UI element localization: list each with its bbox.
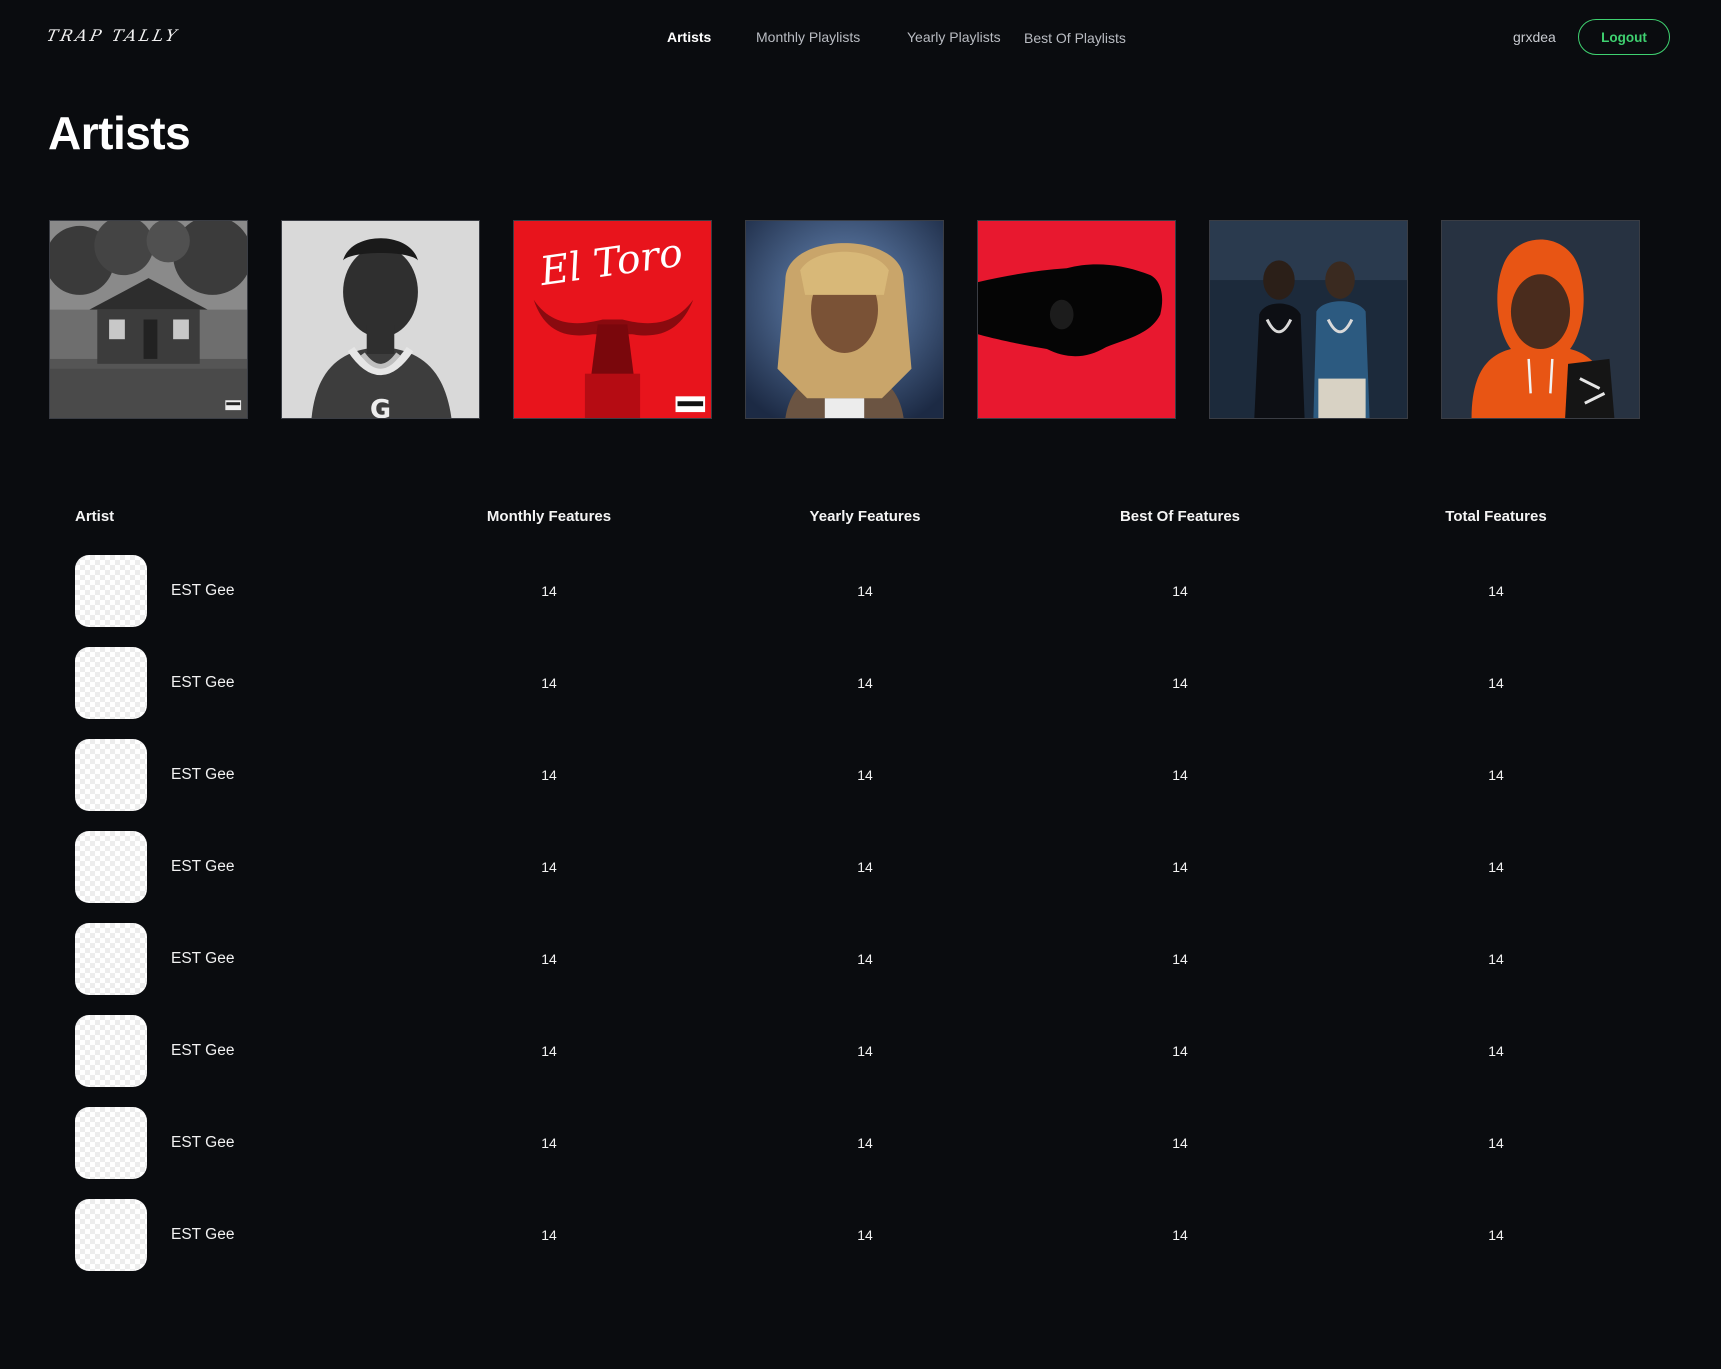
monthly-features-cell: 14 [541,583,557,599]
total-features-cell: 14 [1488,767,1504,783]
best-of-features-cell: 14 [1172,1135,1188,1151]
nav-yearly-playlists[interactable]: Yearly Playlists [907,29,1001,45]
yearly-features-cell: 14 [857,859,873,875]
yearly-features-cell: 14 [857,675,873,691]
monthly-features-cell: 14 [541,859,557,875]
artist-avatar [75,831,147,903]
column-header-yearly-features[interactable]: Yearly Features [810,508,921,525]
monthly-features-cell: 14 [541,675,557,691]
logout-button[interactable]: Logout [1578,19,1670,55]
total-features-cell: 14 [1488,951,1504,967]
table-row[interactable]: EST Gee 14 14 14 14 [0,1107,1721,1179]
column-header-monthly-features[interactable]: Monthly Features [487,508,611,525]
yearly-features-cell: 14 [857,1135,873,1151]
monthly-features-cell: 14 [541,1227,557,1243]
artist-name[interactable]: EST Gee [171,674,234,692]
total-features-cell: 14 [1488,1043,1504,1059]
table-row[interactable]: EST Gee 14 14 14 14 [0,647,1721,719]
cover-artist-blonde-locs[interactable] [745,220,944,419]
app-page: TRAP TALLY Artists Monthly Playlists Yea… [0,0,1721,1369]
artist-avatar [75,1015,147,1087]
nav-monthly-playlists[interactable]: Monthly Playlists [756,29,860,45]
best-of-features-cell: 14 [1172,1043,1188,1059]
column-header-best-of-features[interactable]: Best Of Features [1120,508,1240,525]
table-row[interactable]: EST Gee 14 14 14 14 [0,739,1721,811]
monthly-features-cell: 14 [541,767,557,783]
best-of-features-cell: 14 [1172,675,1188,691]
best-of-features-cell: 14 [1172,951,1188,967]
artist-name[interactable]: EST Gee [171,1226,234,1244]
best-of-features-cell: 14 [1172,767,1188,783]
logo[interactable]: TRAP TALLY [45,26,181,45]
table-row[interactable]: EST Gee 14 14 14 14 [0,1015,1721,1087]
monthly-features-cell: 14 [541,951,557,967]
table-row[interactable]: EST Gee 14 14 14 14 [0,923,1721,995]
best-of-features-cell: 14 [1172,583,1188,599]
best-of-features-cell: 14 [1172,1227,1188,1243]
nav-best-of-playlists[interactable]: Best Of Playlists [1024,30,1126,46]
cover-orange-hoodie[interactable] [1441,220,1640,419]
yearly-features-cell: 14 [857,583,873,599]
total-features-cell: 14 [1488,583,1504,599]
artist-avatar [75,739,147,811]
username: grxdea [1513,29,1556,45]
artist-name[interactable]: EST Gee [171,766,234,784]
total-features-cell: 14 [1488,859,1504,875]
svg-text:G: G [370,395,391,418]
artist-avatar [75,555,147,627]
artist-name[interactable]: EST Gee [171,582,234,600]
yearly-features-cell: 14 [857,951,873,967]
artist-avatar [75,647,147,719]
yearly-features-cell: 14 [857,1227,873,1243]
table-row[interactable]: EST Gee 14 14 14 14 [0,555,1721,627]
yearly-features-cell: 14 [857,1043,873,1059]
table-row[interactable]: EST Gee 14 14 14 14 [0,1199,1721,1271]
artist-name[interactable]: EST Gee [171,950,234,968]
artist-name[interactable]: EST Gee [171,1042,234,1060]
total-features-cell: 14 [1488,675,1504,691]
cover-two-artists[interactable] [1209,220,1408,419]
cover-house-bw[interactable] [49,220,248,419]
monthly-features-cell: 14 [541,1135,557,1151]
total-features-cell: 14 [1488,1227,1504,1243]
table-row[interactable]: EST Gee 14 14 14 14 [0,831,1721,903]
column-header-artist[interactable]: Artist [75,508,114,525]
nav-artists[interactable]: Artists [667,29,711,45]
artist-name[interactable]: EST Gee [171,858,234,876]
best-of-features-cell: 14 [1172,859,1188,875]
artist-avatar [75,1107,147,1179]
artist-avatar [75,1199,147,1271]
cover-artist-chain-bw[interactable]: G [281,220,480,419]
cover-el-toro[interactable]: El Toro [513,220,712,419]
artist-avatar [75,923,147,995]
yearly-features-cell: 14 [857,767,873,783]
page-title: Artists [48,107,191,159]
monthly-features-cell: 14 [541,1043,557,1059]
total-features-cell: 14 [1488,1135,1504,1151]
cover-red-silhouette[interactable] [977,220,1176,419]
artist-name[interactable]: EST Gee [171,1134,234,1152]
column-header-total-features[interactable]: Total Features [1445,508,1546,525]
